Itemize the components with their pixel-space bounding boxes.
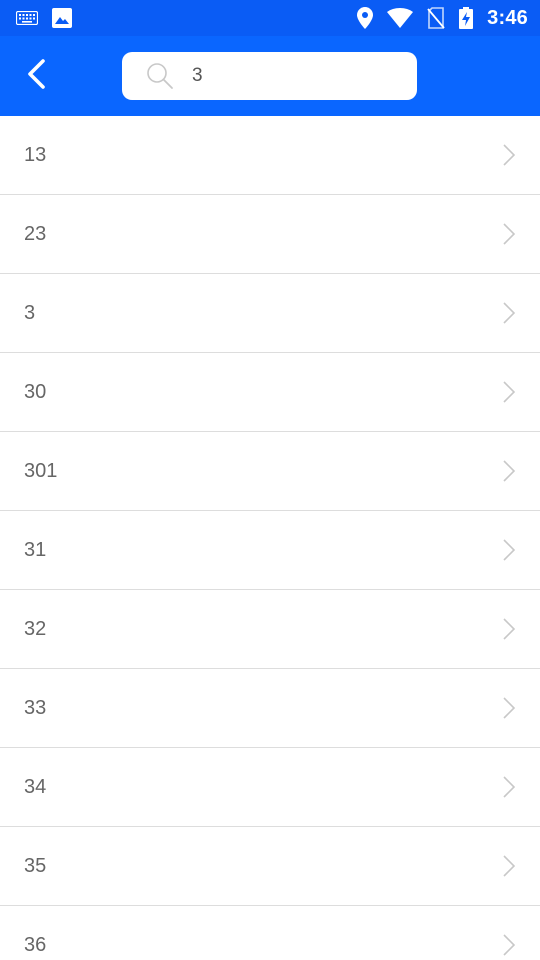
search-icon	[146, 62, 174, 90]
chevron-right-icon	[500, 538, 518, 562]
list-item[interactable]: 31	[0, 511, 540, 590]
chevron-right-icon	[500, 775, 518, 799]
list-item[interactable]: 32	[0, 590, 540, 669]
app-root: 3:46 13	[0, 0, 540, 960]
status-bar: 3:46	[0, 0, 540, 36]
list-item-label: 35	[24, 854, 47, 877]
result-list: 13 23 3 30 301 31 32 33 34 35 36	[0, 116, 540, 960]
list-item-label: 23	[24, 222, 47, 245]
battery-charging-icon	[459, 7, 474, 29]
list-item[interactable]: 30	[0, 353, 540, 432]
keyboard-icon	[16, 11, 38, 25]
search-input[interactable]	[192, 65, 392, 87]
search-box[interactable]	[122, 52, 417, 100]
no-sim-icon	[427, 7, 445, 29]
status-time: 3:46	[487, 6, 528, 29]
list-item-label: 33	[24, 696, 47, 719]
chevron-right-icon	[500, 301, 518, 325]
chevron-right-icon	[500, 617, 518, 641]
list-item-label: 30	[24, 380, 47, 403]
chevron-right-icon	[500, 459, 518, 483]
list-item[interactable]: 36	[0, 906, 540, 960]
image-icon	[52, 8, 72, 28]
chevron-right-icon	[500, 143, 518, 167]
chevron-right-icon	[500, 222, 518, 246]
list-item-label: 301	[24, 459, 58, 482]
status-left	[16, 8, 72, 28]
list-item[interactable]: 13	[0, 116, 540, 195]
list-item[interactable]: 3	[0, 274, 540, 353]
list-item-label: 34	[24, 775, 47, 798]
list-item[interactable]: 301	[0, 432, 540, 511]
list-item[interactable]: 35	[0, 827, 540, 906]
status-right: 3:46	[357, 7, 528, 30]
list-item-label: 3	[24, 301, 36, 324]
list-item[interactable]: 23	[0, 195, 540, 274]
list-item[interactable]: 33	[0, 669, 540, 748]
back-button[interactable]	[18, 56, 54, 96]
chevron-left-icon	[25, 58, 47, 94]
chevron-right-icon	[500, 380, 518, 404]
wifi-icon	[387, 8, 414, 28]
location-icon	[357, 7, 374, 29]
list-item-label: 36	[24, 933, 47, 956]
chevron-right-icon	[500, 854, 518, 878]
list-item-label: 31	[24, 538, 47, 561]
list-item-label: 32	[24, 617, 47, 640]
list-item-label: 13	[24, 143, 47, 166]
chevron-right-icon	[500, 696, 518, 720]
list-item[interactable]: 34	[0, 748, 540, 827]
chevron-right-icon	[500, 933, 518, 957]
toolbar	[0, 36, 540, 116]
